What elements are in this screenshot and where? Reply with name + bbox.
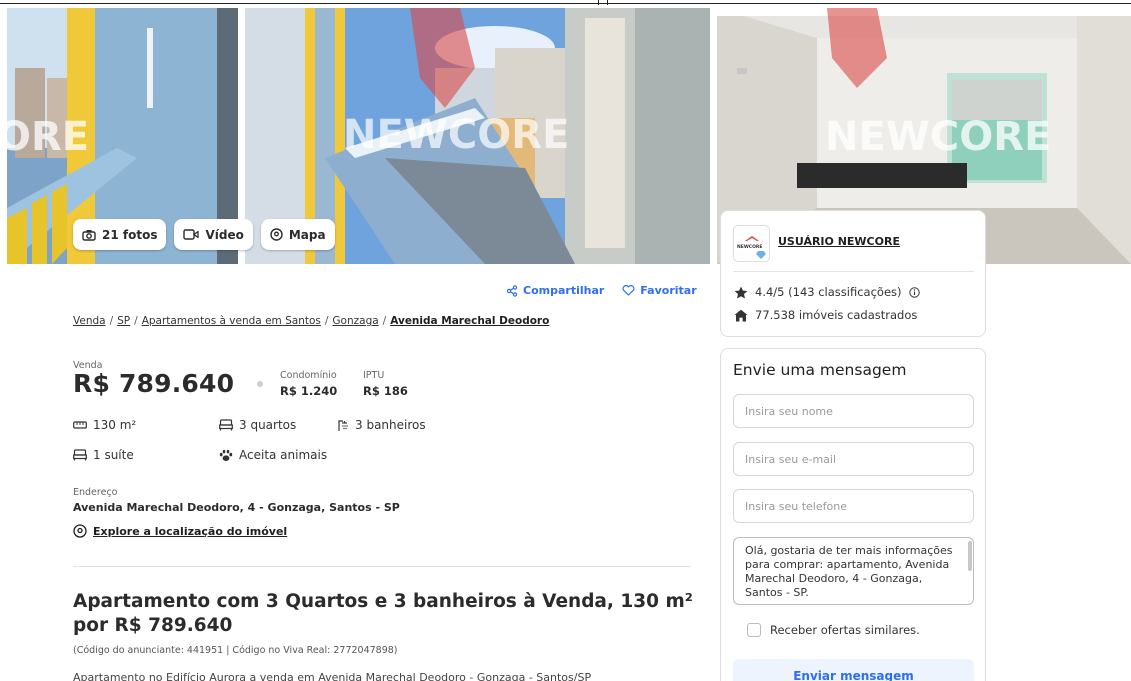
breadcrumb-separator: / — [134, 315, 138, 327]
favorite-button[interactable]: Favoritar — [622, 284, 697, 297]
agent-rating-value: 4.4/5 (143 classificações) — [755, 285, 902, 299]
favorite-label: Favoritar — [640, 284, 697, 297]
address-label: Endereço — [73, 487, 118, 498]
similar-offers-checkbox[interactable] — [747, 623, 761, 637]
agent-name-link[interactable]: USUÁRIO NEWCORE — [778, 235, 900, 248]
share-favorite-row: Compartilhar Favoritar — [506, 284, 697, 297]
breadcrumb-separator: / — [382, 315, 387, 327]
condo-fee: Condomínio R$ 1.240 — [280, 370, 337, 398]
message-scrollbar[interactable] — [968, 541, 972, 571]
share-label: Compartilhar — [523, 284, 605, 297]
send-message-label: Enviar mensagem — [793, 669, 914, 681]
watermark-text: NEWCORE — [825, 114, 1051, 160]
watermark-text: NEWCORE — [343, 112, 569, 158]
bed-icon — [219, 419, 233, 431]
top-notch — [598, 0, 608, 5]
price-value: R$ 789.640 — [73, 369, 235, 398]
breadcrumb-current[interactable]: Avenida Marechal Deodoro — [390, 315, 549, 327]
name-input[interactable] — [733, 394, 974, 428]
iptu-fee-label: IPTU — [363, 370, 385, 381]
price-separator-dot — [257, 381, 263, 387]
iptu-fee: IPTU R$ 186 — [363, 370, 408, 398]
listing-description: Apartamento no Edifício Aurora a venda e… — [73, 671, 592, 681]
agent-rating: 4.4/5 (143 classificações) — [734, 285, 920, 299]
agent-card: NEWCORE USUÁRIO NEWCORE 4.4/5 (143 class… — [720, 210, 986, 337]
feature-pets: Aceita animais — [219, 448, 327, 462]
agent-listings: 77.538 imóveis cadastrados — [734, 308, 917, 322]
agent-divider — [733, 271, 974, 272]
similar-offers-label: Receber ofertas similares. — [770, 623, 920, 637]
watermark-text: ORE — [7, 114, 89, 160]
message-textarea[interactable]: Olá, gostaria de ter mais informações pa… — [733, 537, 974, 605]
location-icon — [73, 524, 87, 538]
feature-bathrooms-value: 3 banheiros — [355, 418, 426, 432]
feature-bedrooms-value: 3 quartos — [239, 418, 297, 432]
contact-form-title: Envie uma mensagem — [733, 361, 907, 379]
top-border — [0, 0, 1131, 4]
feature-bathrooms: 3 banheiros — [337, 418, 426, 432]
camera-icon — [82, 229, 96, 241]
logo-text: NEWCORE — [737, 244, 762, 250]
explore-location-link[interactable]: Explore a localização do imóvel — [73, 524, 287, 538]
video-button[interactable]: Vídeo — [174, 219, 253, 250]
video-button-label: Vídeo — [205, 227, 244, 242]
breadcrumb-item[interactable]: Apartamentos à venda em Santos — [142, 315, 321, 327]
house-icon — [734, 309, 748, 321]
map-button-label: Mapa — [288, 227, 326, 242]
ruler-icon — [73, 421, 87, 429]
breadcrumb-separator: / — [324, 315, 329, 327]
photos-button[interactable]: 21 fotos — [73, 219, 167, 250]
breadcrumb-item[interactable]: Gonzaga — [332, 315, 378, 327]
paw-icon — [219, 449, 233, 461]
photos-button-label: 21 fotos — [102, 227, 158, 242]
video-icon — [183, 229, 200, 240]
share-button[interactable]: Compartilhar — [506, 284, 604, 297]
address-value: Avenida Marechal Deodoro, 4 - Gonzaga, S… — [73, 501, 400, 514]
feature-bedrooms: 3 quartos — [219, 418, 296, 432]
agent-logo[interactable]: NEWCORE — [733, 225, 770, 262]
feature-area-value: 130 m² — [93, 418, 137, 432]
breadcrumb-item[interactable]: SP — [117, 315, 130, 327]
section-divider — [73, 566, 690, 567]
shower-icon — [338, 419, 348, 431]
email-input[interactable] — [733, 442, 974, 476]
agent-listings-value: 77.538 imóveis cadastrados — [755, 308, 918, 322]
feature-pets-value: Aceita animais — [239, 448, 328, 462]
info-icon[interactable] — [908, 286, 920, 298]
breadcrumb: Venda / SP / Apartamentos à venda em Santos /… — [73, 315, 549, 327]
iptu-fee-value: R$ 186 — [363, 384, 408, 398]
listing-title: Apartamento com 3 Quartos e 3 banheiros … — [73, 591, 693, 636]
similar-offers-option: Receber ofertas similares. — [747, 623, 920, 637]
breadcrumb-separator: / — [109, 315, 114, 327]
listing-codes: (Código do anunciante: 441951 | Código n… — [73, 645, 398, 656]
map-button[interactable]: Mapa — [260, 219, 335, 250]
star-icon — [734, 286, 748, 298]
breadcrumb-item[interactable]: Venda — [73, 315, 106, 327]
condo-fee-value: R$ 1.240 — [280, 384, 338, 398]
feature-area: 130 m² — [73, 418, 136, 432]
bed-icon — [73, 449, 87, 461]
gallery-buttons: 21 fotos Vídeo Mapa — [73, 219, 335, 250]
explore-location-label: Explore a localização do imóvel — [93, 524, 288, 538]
feature-suites-value: 1 suíte — [93, 448, 134, 462]
heart-icon — [622, 285, 635, 296]
map-pin-icon — [270, 228, 283, 241]
newcore-logo: NEWCORE — [737, 236, 766, 259]
condo-fee-label: Condomínio — [280, 370, 337, 381]
share-icon — [506, 284, 518, 297]
contact-form-card: Envie uma mensagem Olá, gostaria de ter … — [720, 348, 986, 681]
feature-suites: 1 suíte — [73, 448, 134, 462]
phone-input[interactable] — [733, 489, 974, 523]
send-message-button[interactable]: Enviar mensagem — [733, 659, 974, 681]
